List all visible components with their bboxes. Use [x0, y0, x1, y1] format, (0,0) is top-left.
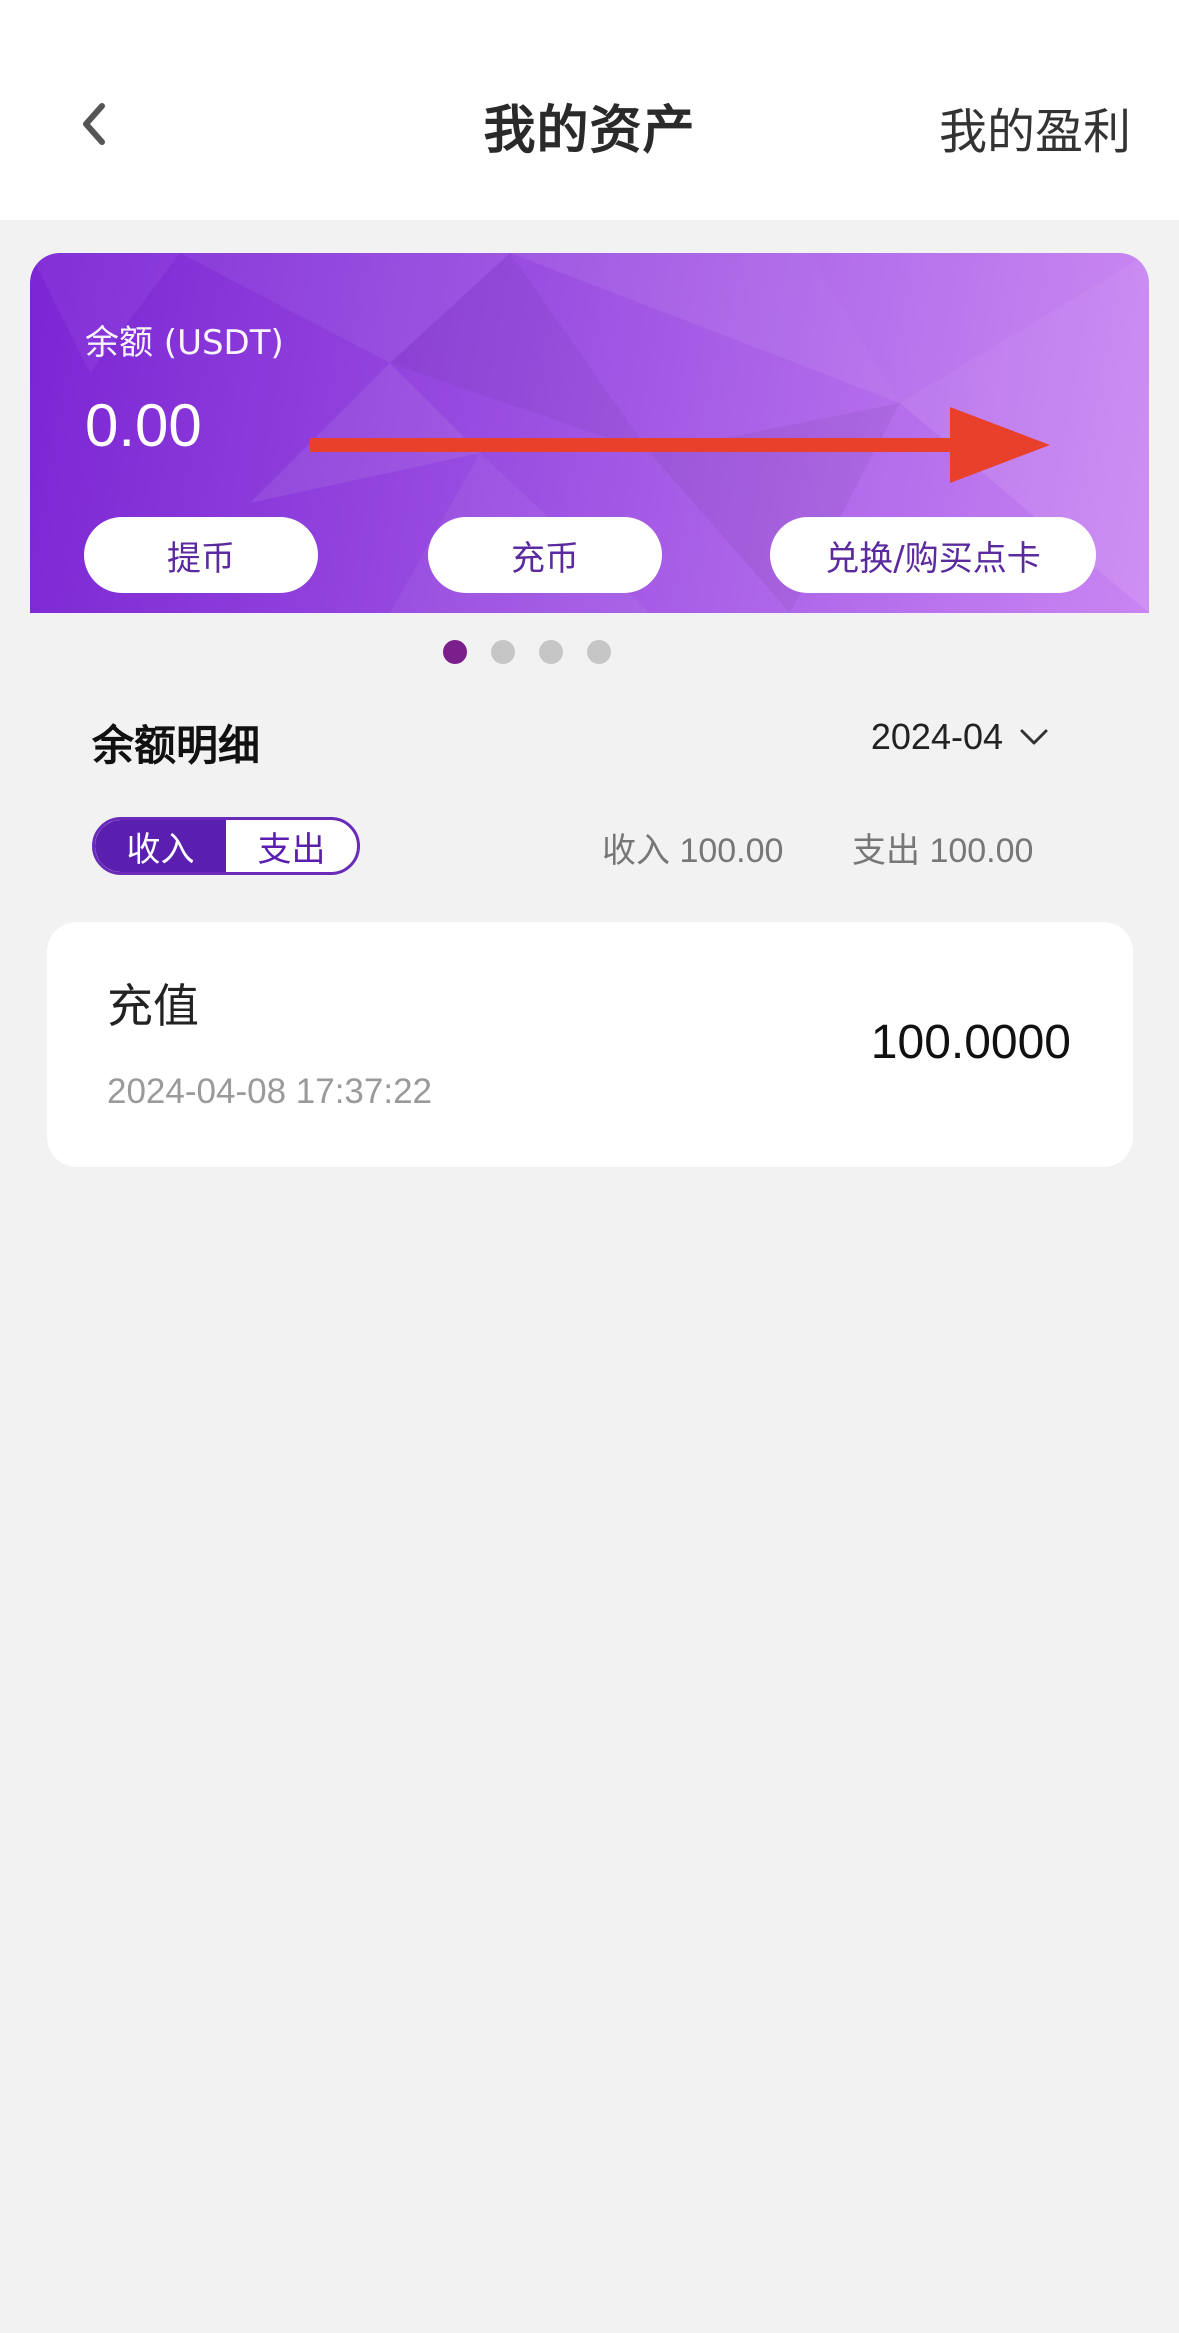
balance-card[interactable]: 余额 (USDT) 0.00 提币 充币 兑换/购买点卡: [30, 253, 1149, 613]
arrow-right-icon: [310, 407, 1050, 483]
top-bar: 我的资产 我的盈利: [0, 0, 1179, 220]
month-picker[interactable]: 2024-04: [871, 716, 1049, 758]
record-timestamp: 2024-04-08 17:37:22: [107, 1072, 432, 1111]
carousel-dot[interactable]: [586, 640, 611, 664]
carousel-dot[interactable]: [538, 640, 563, 664]
my-profit-link[interactable]: 我的盈利: [939, 92, 1131, 162]
balance-value: 0.00: [85, 392, 202, 459]
balance-label: 余额 (USDT): [85, 323, 284, 363]
tab-income[interactable]: 收入: [95, 820, 226, 872]
income-total: 收入 100.00: [602, 832, 784, 870]
record-type: 充值: [107, 979, 199, 1033]
expense-total: 支出 100.00: [852, 832, 1034, 870]
exchange-buy-card-button[interactable]: 兑换/购买点卡: [770, 517, 1096, 593]
section-title: 余额明细: [92, 721, 261, 770]
record-amount: 100.0000: [870, 1016, 1071, 1069]
withdraw-button[interactable]: 提币: [84, 517, 318, 593]
income-expense-toggle: 收入 支出: [92, 817, 360, 875]
carousel-dot-active[interactable]: [442, 640, 467, 664]
deposit-button[interactable]: 充币: [428, 517, 662, 593]
carousel-indicator: [0, 640, 1179, 664]
carousel-dot[interactable]: [490, 640, 515, 664]
list-item[interactable]: 充值 2024-04-08 17:37:22 100.0000: [47, 922, 1133, 1167]
tab-expense[interactable]: 支出: [226, 820, 357, 872]
chevron-down-icon: [1020, 729, 1048, 745]
month-value: 2024-04: [870, 716, 1003, 757]
